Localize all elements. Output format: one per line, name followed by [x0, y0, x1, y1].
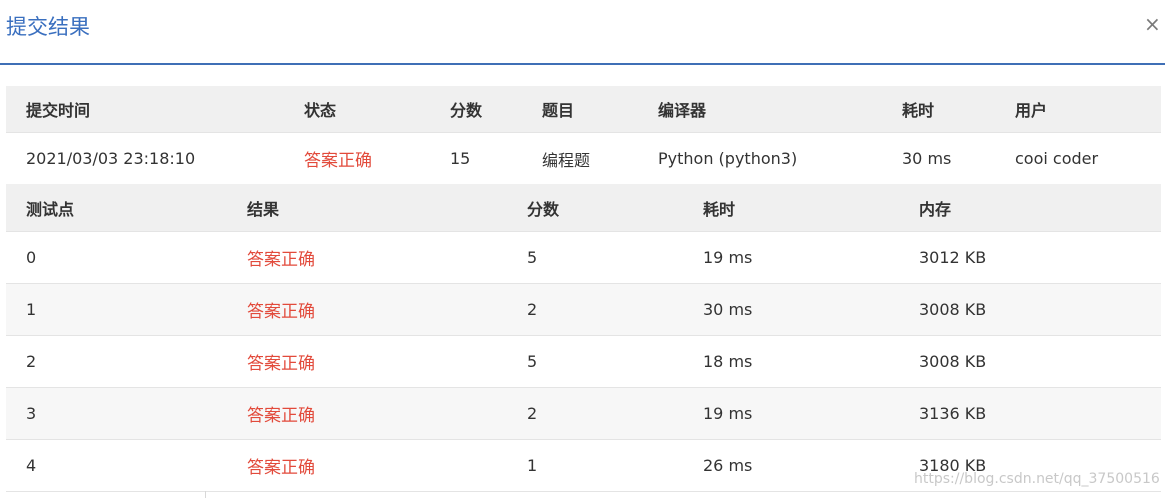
- col-test-time: 耗时: [703, 199, 736, 219]
- compiler: Python (python3): [658, 149, 798, 168]
- test-id: 4: [26, 456, 37, 475]
- test-result: 答案正确: [247, 458, 315, 478]
- test-score: 1: [527, 456, 538, 475]
- col-test-case: 测试点: [26, 199, 75, 219]
- test-time: 26 ms: [703, 456, 753, 475]
- test-id: 0: [26, 248, 37, 267]
- col-memory: 内存: [919, 199, 952, 219]
- problem[interactable]: 编程题: [542, 133, 590, 184]
- test-case-table: 测试点 结果 分数 耗时 内存 0 答案正确 5 19 ms 3012 KB 1…: [6, 184, 1161, 491]
- submission-row: 2021/03/03 23:18:10 答案正确 15 编程题 Python (…: [6, 132, 1161, 184]
- close-icon[interactable]: ×: [1144, 14, 1161, 34]
- test-result: 答案正确: [247, 302, 315, 322]
- table-row: 3 答案正确 2 19 ms 3136 KB: [6, 387, 1161, 439]
- test-score: 5: [527, 352, 538, 371]
- dialog-title: 提交结果: [6, 15, 90, 39]
- table-row: 2 答案正确 5 18 ms 3008 KB: [6, 335, 1161, 387]
- test-memory: 3136 KB: [919, 404, 987, 423]
- test-score: 2: [527, 404, 538, 423]
- col-test-score: 分数: [527, 199, 560, 219]
- watermark: https://blog.csdn.net/qq_37500516: [914, 471, 1160, 487]
- test-memory: 3008 KB: [919, 352, 987, 371]
- col-time: 耗时: [902, 101, 935, 120]
- test-id: 3: [26, 404, 37, 423]
- test-result: 答案正确: [247, 250, 315, 270]
- col-result: 结果: [247, 199, 280, 219]
- score: 15: [450, 149, 471, 168]
- submission-header-row: 提交时间 状态 分数 题目 编译器 耗时 用户: [6, 86, 1161, 132]
- test-time: 19 ms: [703, 404, 753, 423]
- test-time: 18 ms: [703, 352, 753, 371]
- dialog-header: 提交结果 ×: [0, 0, 1165, 63]
- submission-table: 提交时间 状态 分数 题目 编译器 耗时 用户 2021/03/03 23:18…: [6, 86, 1161, 184]
- run-time: 30 ms: [902, 149, 952, 168]
- col-user: 用户: [1015, 101, 1048, 120]
- test-memory: 3012 KB: [919, 248, 987, 267]
- col-submit-time: 提交时间: [26, 101, 91, 120]
- col-problem: 题目: [542, 101, 575, 120]
- submit-time: 2021/03/03 23:18:10: [26, 149, 196, 168]
- divider: [205, 491, 206, 498]
- test-id: 1: [26, 300, 37, 319]
- col-score: 分数: [450, 101, 483, 120]
- user[interactable]: cooi coder: [1015, 133, 1098, 184]
- test-result: 答案正确: [247, 354, 315, 374]
- table-row: 1 答案正确 2 30 ms 3008 KB: [6, 283, 1161, 335]
- test-score: 5: [527, 248, 538, 267]
- table-row: 0 答案正确 5 19 ms 3012 KB: [6, 231, 1161, 283]
- test-time: 30 ms: [703, 300, 753, 319]
- test-id: 2: [26, 352, 37, 371]
- test-memory: 3008 KB: [919, 300, 987, 319]
- test-result: 答案正确: [247, 406, 315, 426]
- header-divider: [0, 63, 1165, 65]
- col-status: 状态: [304, 101, 337, 120]
- test-time: 19 ms: [703, 248, 753, 267]
- table-bottom-border: [6, 491, 1161, 492]
- test-score: 2: [527, 300, 538, 319]
- test-header-row: 测试点 结果 分数 耗时 内存: [6, 184, 1161, 231]
- col-compiler: 编译器: [658, 101, 707, 120]
- status-accepted[interactable]: 答案正确: [304, 133, 372, 184]
